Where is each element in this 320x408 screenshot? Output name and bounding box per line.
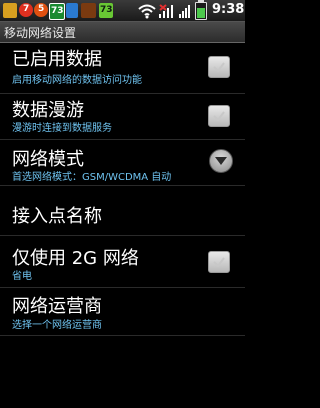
- setting-summary: 漫游时连接到数据服务: [12, 123, 112, 134]
- wifi-icon: [138, 4, 156, 19]
- network-mode-dropdown[interactable]: [209, 149, 233, 173]
- 2g-only-checkbox[interactable]: [208, 251, 230, 273]
- setting-title: 已启用数据: [12, 49, 102, 70]
- badge-count: 7: [23, 4, 30, 14]
- signal-no-service-icon: [159, 4, 173, 18]
- app-icon: [81, 3, 96, 18]
- setting-network-operator[interactable]: 网络运营商 选择一个网络运营商: [0, 287, 245, 336]
- setting-network-mode[interactable]: 网络模式 首选网络模式：GSM/WCDMA 自动: [0, 139, 245, 186]
- battery-level-text: 73: [100, 5, 113, 15]
- setting-title: 网络运营商: [12, 296, 102, 317]
- setting-2g-only[interactable]: 仅使用 2G 网络 省电: [0, 235, 245, 288]
- app-count: 73: [51, 6, 64, 16]
- setting-data-enabled[interactable]: 已启用数据 启用移动网络的数据访问功能: [0, 43, 245, 94]
- badge-icon: 7: [19, 3, 33, 17]
- chevron-down-icon: [215, 157, 227, 165]
- setting-summary: 启用移动网络的数据访问功能: [12, 75, 142, 86]
- app-icon: [66, 3, 78, 18]
- setting-apn[interactable]: 接入点名称: [0, 185, 245, 236]
- setting-summary: 首选网络模式：GSM/WCDMA 自动: [12, 172, 172, 183]
- setting-data-roaming[interactable]: 数据漫游 漫游时连接到数据服务: [0, 93, 245, 140]
- app-icon: 73: [49, 3, 65, 20]
- clock: 9:38: [212, 2, 245, 17]
- signal-strength-icon: [179, 5, 190, 18]
- setting-summary: 省电: [12, 271, 32, 282]
- page-title: 移动网络设置: [4, 26, 77, 40]
- setting-summary: 选择一个网络运营商: [12, 320, 102, 331]
- battery-icon: [195, 0, 207, 20]
- data-enabled-checkbox[interactable]: [208, 56, 230, 78]
- title-bar: 移动网络设置: [0, 22, 245, 43]
- checkmark-icon: [213, 111, 225, 122]
- battery-notification-icon: 73: [99, 3, 113, 18]
- badge-count: 5: [38, 4, 45, 14]
- checkmark-icon: [213, 257, 225, 268]
- app-notification-icon: [3, 3, 17, 18]
- badge-icon: 5: [34, 3, 48, 17]
- status-bar: 7 5 73 73 9:38: [0, 0, 245, 22]
- checkmark-icon: [213, 62, 225, 73]
- setting-title: 接入点名称: [12, 206, 102, 227]
- data-roaming-checkbox[interactable]: [208, 105, 230, 127]
